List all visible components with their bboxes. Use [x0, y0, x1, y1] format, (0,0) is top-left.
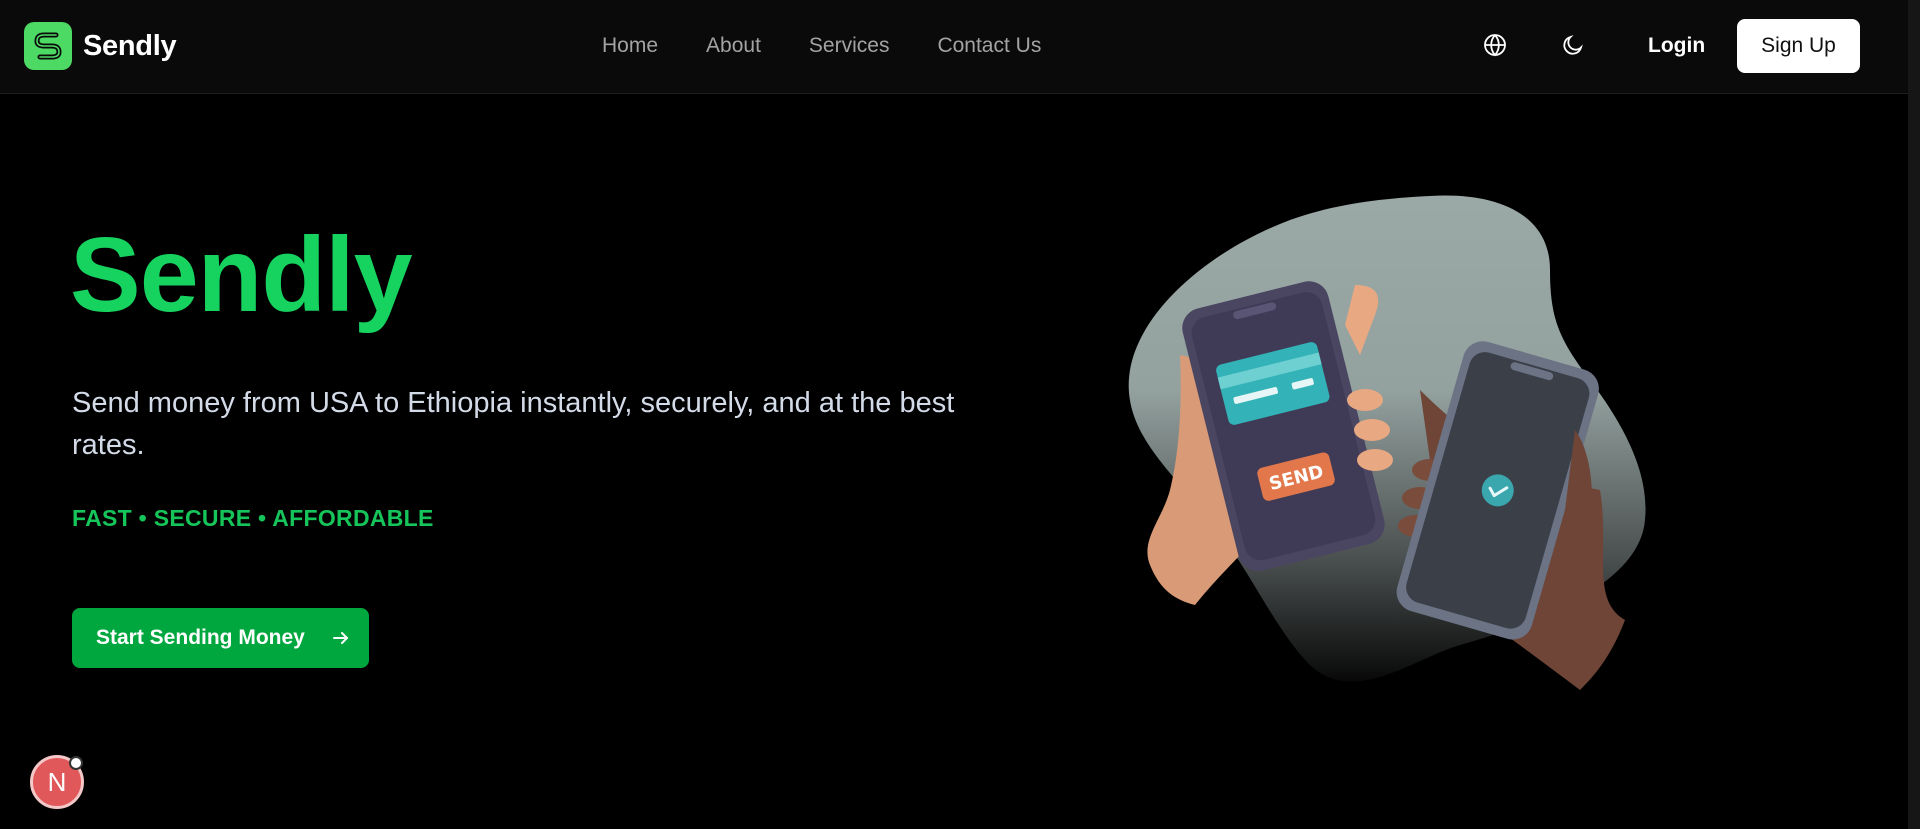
- dev-tools-badge[interactable]: N: [30, 755, 84, 809]
- top-navbar: Sendly Home About Services Contact Us Lo…: [0, 0, 1908, 94]
- login-button[interactable]: Login: [1648, 34, 1705, 58]
- globe-icon[interactable]: [1480, 30, 1510, 60]
- brand-name: Sendly: [83, 29, 177, 62]
- main-nav: Home About Services Contact Us: [602, 34, 1089, 58]
- hero-tagline: FAST • SECURE • AFFORDABLE: [72, 505, 434, 531]
- nav-services[interactable]: Services: [809, 34, 890, 58]
- dev-badge-letter: N: [47, 766, 67, 797]
- arrow-right-icon: [331, 628, 351, 648]
- moon-icon[interactable]: [1558, 30, 1588, 60]
- nav-home[interactable]: Home: [602, 34, 658, 58]
- money-transfer-illustration: SEND: [1120, 190, 1680, 710]
- nav-contact[interactable]: Contact Us: [937, 34, 1041, 58]
- hero-title: Sendly: [70, 216, 413, 334]
- hero-subtitle: Send money from USA to Ethiopia instantl…: [72, 387, 955, 461]
- start-sending-button[interactable]: Start Sending Money: [72, 608, 369, 668]
- sendly-logo-icon: [24, 22, 72, 70]
- notification-dot: [69, 756, 83, 770]
- brand[interactable]: Sendly: [24, 22, 177, 70]
- page-scrollbar[interactable]: [1908, 0, 1920, 829]
- signup-button[interactable]: Sign Up: [1737, 19, 1860, 73]
- nav-about[interactable]: About: [706, 34, 761, 58]
- cta-label: Start Sending Money: [96, 626, 305, 649]
